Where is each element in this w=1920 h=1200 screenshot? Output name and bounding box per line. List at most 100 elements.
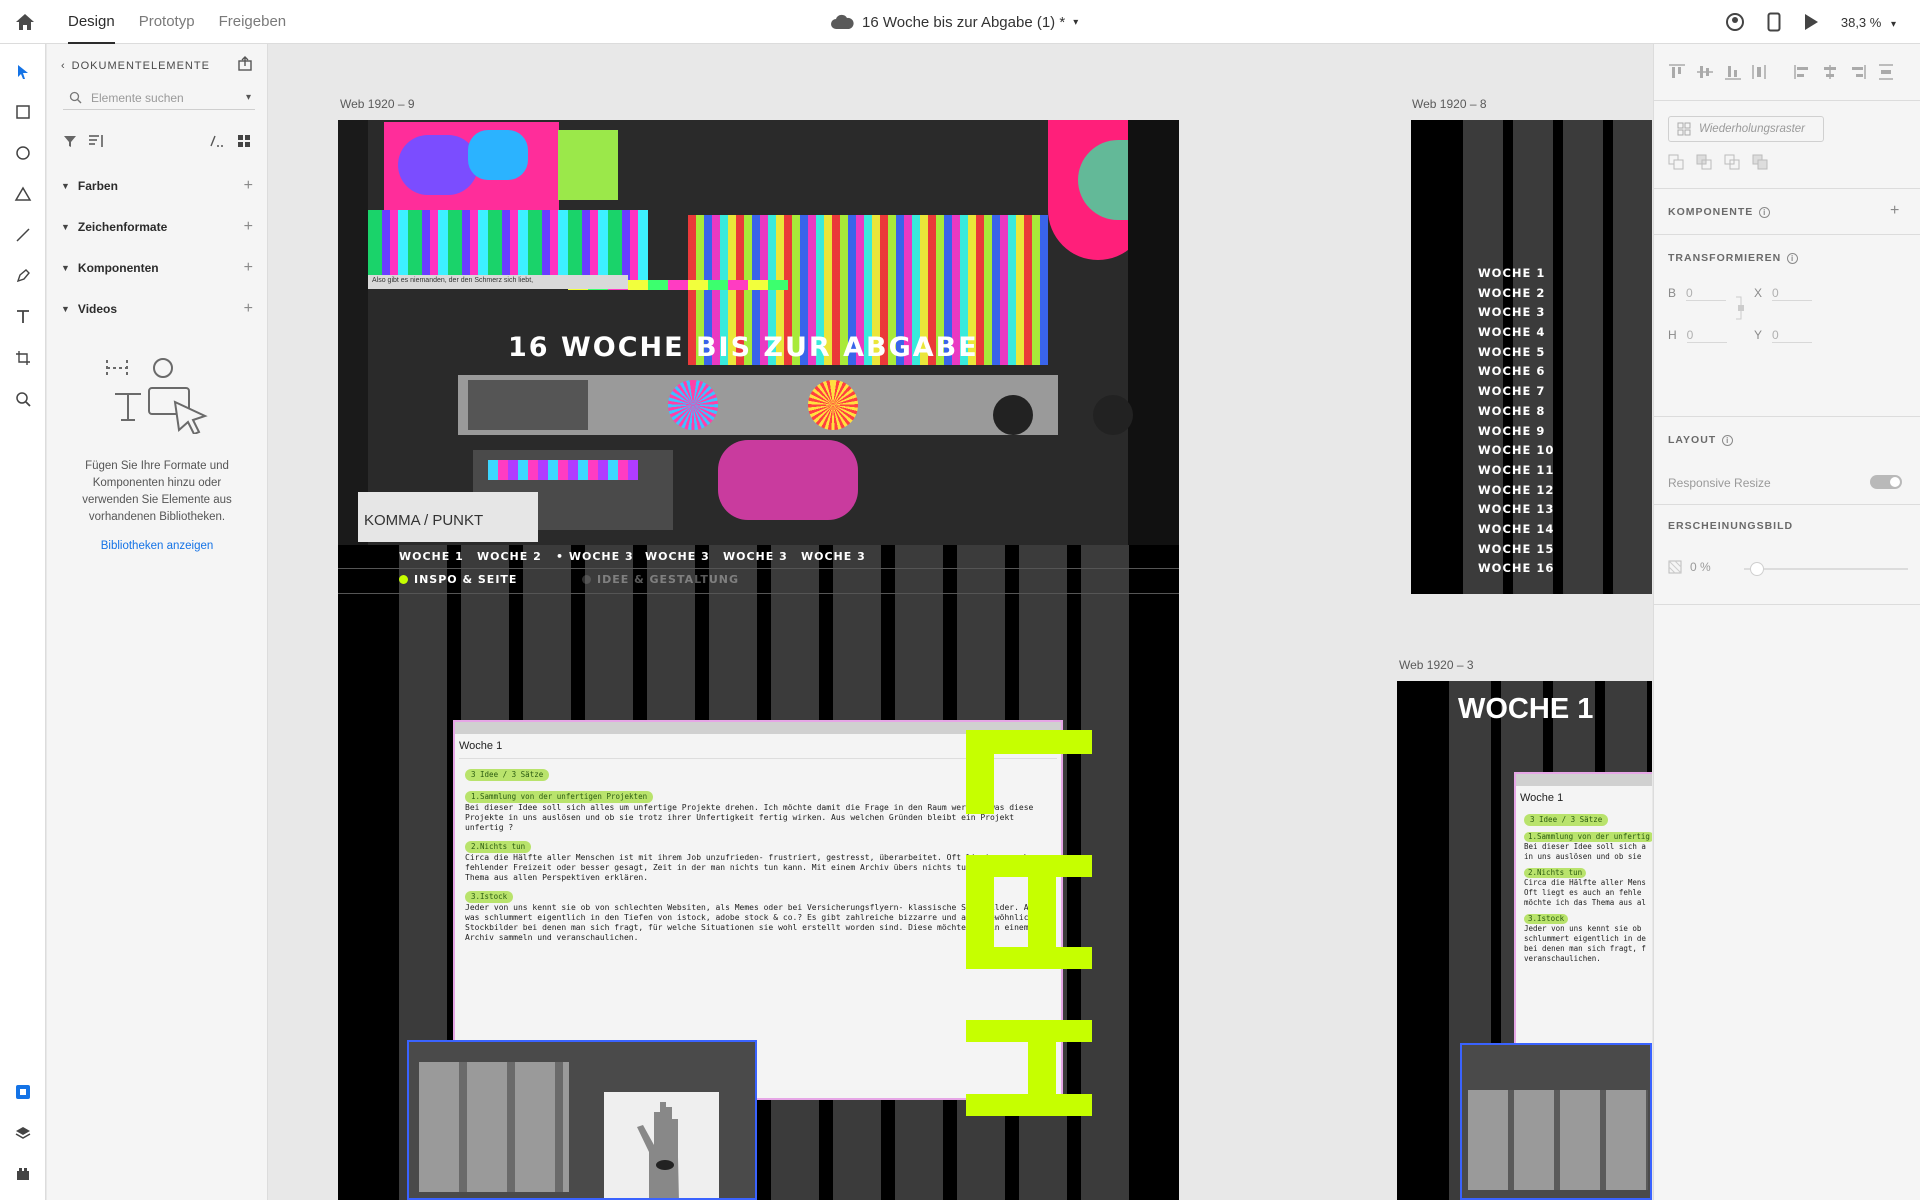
opacity-slider-handle[interactable] [1750, 562, 1764, 576]
opacity-icon [1668, 560, 1682, 574]
assets-search[interactable]: Elemente suchen ▾ [63, 86, 255, 110]
filter-icon[interactable] [63, 134, 77, 148]
chevron-left-icon[interactable]: ‹ [61, 60, 66, 72]
share-icon[interactable] [237, 56, 253, 72]
week-list-item[interactable]: WOCHE 9 [1478, 424, 1554, 444]
nav-woche-3c[interactable]: WOCHE 3 [723, 550, 788, 563]
add-icon[interactable]: + [244, 218, 253, 236]
text-tool-icon[interactable] [11, 305, 35, 329]
section-zeichenformate[interactable]: ▼ Zeichenformate + [61, 217, 253, 237]
show-libraries-link[interactable]: Bibliotheken anzeigen [67, 540, 247, 552]
nav-woche-3d[interactable]: WOCHE 3 [801, 550, 866, 563]
week-list-item[interactable]: WOCHE 13 [1478, 502, 1554, 522]
document-assets-icon[interactable] [11, 1080, 35, 1104]
responsive-resize-toggle[interactable] [1870, 475, 1902, 489]
select-arrow-icon[interactable] [11, 60, 35, 84]
pen-tool-icon[interactable] [11, 264, 35, 288]
artboard-label[interactable]: Web 1920 – 9 [340, 97, 415, 111]
week-list-item[interactable]: WOCHE 3 [1478, 305, 1554, 325]
rectangle-tool-icon[interactable] [11, 100, 35, 124]
tab-freigeben[interactable]: Freigeben [207, 0, 299, 44]
repeat-grid-button[interactable]: Wiederholungsraster [1668, 116, 1824, 142]
x-field[interactable]: X0 [1754, 286, 1813, 301]
polygon-tool-icon[interactable] [11, 182, 35, 206]
home-icon[interactable] [0, 0, 50, 44]
width-field[interactable]: B0 [1668, 286, 1727, 301]
week-list-item[interactable]: WOCHE 16 [1478, 561, 1554, 581]
align-bottom-icon[interactable] [1724, 64, 1742, 80]
distribute-horizontal-icon[interactable] [1878, 64, 1894, 80]
y-field[interactable]: Y0 [1754, 328, 1813, 343]
subnav-inspo[interactable]: INSPO & SEITE [399, 573, 517, 586]
opacity-slider-track[interactable] [1744, 568, 1908, 570]
week-list-item[interactable]: WOCHE 2 [1478, 286, 1554, 306]
section-komponenten[interactable]: ▼ Komponenten + [61, 258, 253, 278]
image-archive-screenshot[interactable] [1460, 1043, 1652, 1200]
week-list-item[interactable]: WOCHE 15 [1478, 542, 1554, 562]
section-farben[interactable]: ▼ Farben + [61, 176, 253, 196]
opacity-value[interactable]: 0 % [1690, 560, 1711, 574]
document-title[interactable]: 16 Woche bis zur Abgabe (1) * ▾ [830, 0, 1078, 44]
artboard-web-1920-3[interactable]: WOCHE 1 Woche 1 3 Idee / 3 Sätze 1.Samml… [1397, 681, 1652, 1200]
week-list-item[interactable]: WOCHE 10 [1478, 443, 1554, 463]
add-icon[interactable]: + [244, 259, 253, 277]
tab-prototyp[interactable]: Prototyp [127, 0, 207, 44]
align-center-icon[interactable] [1822, 64, 1838, 80]
add-icon[interactable]: + [244, 300, 253, 318]
align-top-icon[interactable] [1668, 64, 1686, 80]
week-list-item[interactable]: WOCHE 5 [1478, 345, 1554, 365]
nav-woche-3a[interactable]: • WOCHE 3 [556, 550, 634, 563]
align-right-icon[interactable] [1850, 64, 1866, 80]
add-component-icon[interactable]: + [1890, 202, 1899, 220]
subnav-idee[interactable]: IDEE & GESTALTUNG [582, 573, 739, 586]
list-view-icon[interactable] [209, 134, 225, 148]
add-icon[interactable]: + [244, 177, 253, 195]
artboard-web-1920-8[interactable]: WOCHE 1 WOCHE 2 WOCHE 3 WOCHE 4 WOCHE 5 WOCHE… [1411, 120, 1652, 594]
artboard-tool-icon[interactable] [11, 346, 35, 370]
boolean-add-icon[interactable] [1668, 154, 1684, 170]
week-list-item[interactable]: WOCHE 6 [1478, 364, 1554, 384]
grid-view-icon[interactable] [237, 134, 251, 148]
notes-screenshot[interactable]: Woche 1 3 Idee / 3 Sätze 1.Sammlung von … [1514, 772, 1652, 1062]
week-list-item[interactable]: WOCHE 1 [1478, 266, 1554, 286]
lock-aspect-icon[interactable] [1736, 296, 1746, 320]
week-list-item[interactable]: WOCHE 4 [1478, 325, 1554, 345]
align-left-icon[interactable] [1794, 64, 1810, 80]
week-list-item[interactable]: WOCHE 8 [1478, 404, 1554, 424]
nav-woche-3b[interactable]: WOCHE 3 [645, 550, 710, 563]
distribute-vertical-icon[interactable] [1752, 64, 1766, 80]
info-icon[interactable]: i [1722, 434, 1734, 446]
week-list-item[interactable]: WOCHE 11 [1478, 463, 1554, 483]
user-icon[interactable] [1725, 12, 1745, 32]
boolean-intersect-icon[interactable] [1724, 154, 1740, 170]
layers-icon[interactable] [11, 1121, 35, 1145]
tab-design[interactable]: Design [56, 0, 127, 44]
ellipse-tool-icon[interactable] [11, 141, 35, 165]
chevron-down-icon[interactable]: ▾ [246, 92, 251, 103]
boolean-exclude-icon[interactable] [1752, 154, 1768, 170]
artboard-label[interactable]: Web 1920 – 3 [1399, 658, 1474, 672]
play-icon[interactable] [1803, 13, 1819, 31]
week-list-item[interactable]: WOCHE 14 [1478, 522, 1554, 542]
week-list-item[interactable]: WOCHE 12 [1478, 483, 1554, 503]
height-field[interactable]: H0 [1668, 328, 1727, 343]
boolean-subtract-icon[interactable] [1696, 154, 1712, 170]
info-icon[interactable]: i [1787, 252, 1799, 264]
canvas[interactable]: Web 1920 – 9 Also gibt es niemanden, der… [269, 45, 1652, 1200]
plugins-icon[interactable] [11, 1162, 35, 1186]
artboard-label[interactable]: Web 1920 – 8 [1412, 97, 1487, 111]
nav-woche-2[interactable]: WOCHE 2 [477, 550, 542, 563]
chevron-down-icon[interactable]: ▾ [1073, 17, 1078, 28]
sort-icon[interactable] [87, 134, 105, 148]
zoom-tool-icon[interactable] [11, 387, 35, 411]
nav-woche-1[interactable]: WOCHE 1 [399, 550, 464, 563]
line-tool-icon[interactable] [11, 223, 35, 247]
section-videos[interactable]: ▼ Videos + [61, 299, 253, 319]
mobile-preview-icon[interactable] [1767, 12, 1781, 32]
image-archive-screenshot[interactable] [407, 1040, 757, 1200]
artboard-web-1920-9[interactable]: Also gibt es niemanden, der den Schmerz … [338, 120, 1179, 1200]
week-list-item[interactable]: WOCHE 7 [1478, 384, 1554, 404]
info-icon[interactable]: i [1759, 206, 1771, 218]
align-middle-icon[interactable] [1696, 64, 1714, 80]
zoom-level[interactable]: 38,3 % ▾ [1841, 15, 1896, 30]
